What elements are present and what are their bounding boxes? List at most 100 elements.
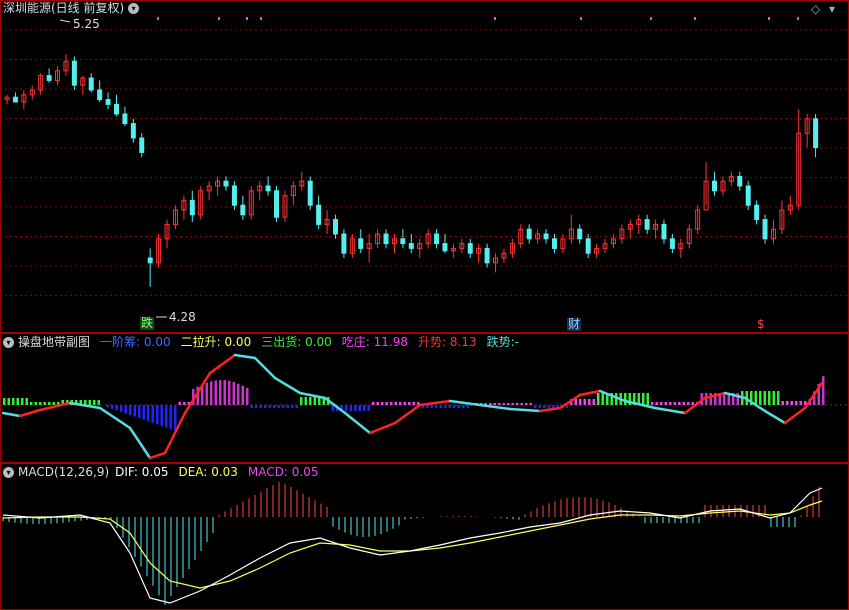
chevron-down-icon[interactable]: ▾ (3, 337, 14, 348)
histogram-bar (286, 405, 289, 408)
histogram-bar (210, 381, 213, 405)
histogram-bar (799, 401, 802, 405)
histogram-bar (354, 405, 357, 411)
oscillator-segment (1, 411, 22, 418)
histogram-bar (822, 376, 825, 405)
macd-panel[interactable]: ▾ MACD(12,26,9) DIF: 0.05 DEA: 0.03 MACD… (0, 463, 849, 610)
histogram-bar (507, 403, 510, 405)
histogram-bar (219, 380, 222, 405)
candlestick-chart[interactable] (0, 0, 849, 333)
indicator-header: ▾ 操盘地带副图 一阶筹: 0.00 二拉升: 0.00 三出货: 0.00 吃… (3, 334, 529, 351)
candle-body (46, 75, 52, 81)
histogram-bar (237, 383, 240, 405)
candle-body (526, 228, 532, 240)
panel-title: 深圳能源(日线 前复权) (3, 1, 125, 15)
histogram-bar (457, 405, 460, 408)
histogram-bar (295, 405, 298, 408)
signal-dot (494, 17, 496, 20)
histogram-bar (498, 403, 501, 405)
histogram-bar (142, 405, 145, 420)
oscillator-segment (368, 421, 397, 435)
histogram-bar (502, 403, 505, 405)
signal-dot (260, 17, 262, 20)
histogram-bar (120, 405, 123, 412)
histogram-bar (655, 402, 658, 405)
histogram-bar (691, 402, 694, 405)
indicator-item-1: 一阶筹: 0.00 (100, 335, 171, 349)
oscillator-segment (233, 353, 257, 360)
macd-value: MACD: 0.05 (247, 465, 319, 479)
histogram-bar (151, 405, 154, 423)
histogram-bar (39, 402, 42, 405)
histogram-bar (304, 397, 307, 405)
histogram-bar (525, 403, 528, 405)
histogram-bar (255, 405, 258, 408)
histogram-bar (97, 400, 100, 405)
histogram-bar (448, 405, 451, 408)
panel-border (0, 0, 849, 333)
high-arrow (59, 19, 71, 23)
histogram-bar (30, 402, 33, 405)
oscillator-segment (273, 376, 302, 395)
signal-dot (157, 17, 159, 20)
histogram-bar (165, 405, 168, 428)
histogram-bar (412, 402, 415, 405)
histogram-bar (313, 397, 316, 405)
signal-dot (218, 17, 220, 20)
diamond-icon[interactable]: ◇ (811, 2, 820, 16)
histogram-bar (138, 405, 141, 419)
histogram-bar (183, 402, 186, 405)
histogram-bar (444, 405, 447, 408)
histogram-bar (439, 405, 442, 408)
histogram-bar (174, 405, 177, 431)
marker-cai[interactable]: 财 (567, 318, 582, 331)
histogram-bar (25, 398, 28, 405)
candle-body (754, 204, 760, 221)
candle-body (669, 238, 675, 249)
macd-header: ▾ MACD(12,26,9) DIF: 0.05 DEA: 0.03 MACD… (3, 464, 328, 481)
candle-body (644, 219, 650, 230)
oscillator-segment (298, 391, 327, 400)
marker-die[interactable]: 跌 (140, 317, 155, 330)
candle-body (88, 77, 94, 91)
candle-body (274, 190, 280, 218)
histogram-bar (111, 405, 114, 409)
histogram-bar (709, 393, 712, 405)
histogram-bar (588, 399, 591, 405)
chevron-down-icon[interactable]: ▾ (3, 467, 14, 478)
candle-body (316, 204, 322, 225)
candle-body (585, 238, 591, 254)
histogram-bar (547, 405, 550, 408)
histogram-bar (394, 402, 397, 405)
histogram-bar (489, 403, 492, 405)
operation-indicator-chart[interactable] (0, 333, 849, 463)
macd-chart[interactable] (0, 463, 849, 610)
candle-body (661, 223, 667, 240)
dif-line (2, 487, 823, 604)
histogram-bar (673, 402, 676, 405)
histogram-bar (43, 402, 46, 405)
histogram-bar (390, 402, 393, 405)
histogram-bar (156, 405, 159, 425)
chevron-down-icon[interactable]: ▾ (128, 3, 140, 14)
marker-dollar[interactable]: $ (756, 318, 766, 331)
candle-body (543, 233, 549, 240)
histogram-bar (552, 405, 555, 408)
candle-body (484, 247, 490, 264)
histogram-bar (493, 403, 496, 405)
indicator-item-6: 跌势:- (486, 335, 520, 349)
indicator-item-2: 二拉升: 0.00 (180, 335, 252, 349)
candle-body (400, 238, 406, 245)
histogram-bar (381, 402, 384, 405)
histogram-bar (579, 399, 582, 405)
histogram-bar (462, 405, 465, 408)
price-panel[interactable]: 深圳能源(日线 前复权) ▾ ◇ ▾ 5.25 4.28 跌 财 $ (0, 0, 849, 333)
candle-body (577, 228, 583, 240)
operation-indicator-panel[interactable]: ▾ 操盘地带副图 一阶筹: 0.00 二拉升: 0.00 三出货: 0.00 吃… (0, 333, 849, 463)
histogram-bar (12, 398, 15, 405)
chevron-down-icon[interactable]: ▾ (829, 2, 835, 16)
histogram-bar (282, 405, 285, 408)
candle-body (712, 180, 718, 192)
candle-body (147, 257, 153, 264)
histogram-bar (435, 405, 438, 408)
